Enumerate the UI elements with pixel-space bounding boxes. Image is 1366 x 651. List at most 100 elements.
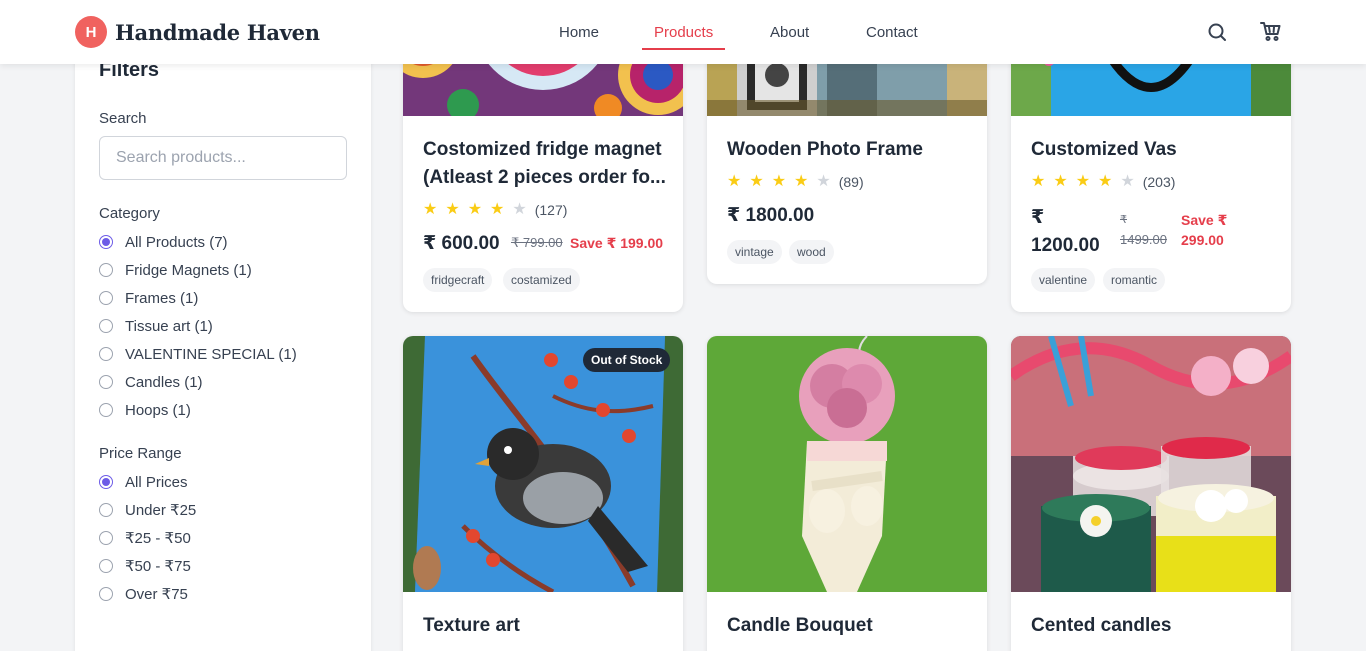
product-tag[interactable]: costamized bbox=[503, 268, 580, 292]
star-icon: ★ bbox=[816, 173, 831, 190]
category-option-fridge-magnets[interactable]: Fridge Magnets (1) bbox=[99, 260, 252, 280]
original-price: ₹ 799.00 bbox=[511, 235, 563, 250]
logo-badge: H bbox=[75, 16, 107, 48]
price-option-under-25[interactable]: Under ₹25 bbox=[99, 500, 196, 520]
nav-products[interactable]: Products bbox=[641, 0, 726, 64]
product-card[interactable]: Wooden Photo Frame ★ ★ ★ ★ ★ (89) ₹ 1800… bbox=[707, 30, 987, 284]
star-icon: ★ bbox=[1075, 173, 1091, 190]
brand-name: Handmade Haven bbox=[115, 19, 320, 45]
nav-about[interactable]: About bbox=[770, 0, 809, 64]
savings-text: Save ₹ 199.00 bbox=[570, 235, 664, 251]
category-option-label: All Products (7) bbox=[125, 233, 228, 251]
out-of-stock-badge: Out of Stock bbox=[583, 348, 671, 372]
product-card[interactable]: Cented candles bbox=[1011, 336, 1291, 651]
price-option-label: All Prices bbox=[125, 473, 188, 491]
price-amount: 1200.00 bbox=[1031, 235, 1100, 256]
star-icon: ★ bbox=[423, 201, 438, 218]
price-option-25-50[interactable]: ₹25 - ₹50 bbox=[99, 528, 191, 548]
category-option-all[interactable]: All Products (7) bbox=[99, 232, 228, 252]
radio-button[interactable] bbox=[99, 263, 113, 277]
product-price: ₹ 600.00 bbox=[423, 233, 500, 254]
product-tag[interactable]: fridgecraft bbox=[423, 268, 493, 292]
radio-button[interactable] bbox=[99, 587, 113, 601]
product-tag[interactable]: romantic bbox=[1103, 268, 1166, 292]
product-image[interactable] bbox=[707, 336, 987, 592]
product-tag[interactable]: valentine bbox=[1031, 268, 1096, 292]
nav-contact[interactable]: Contact bbox=[866, 0, 918, 64]
review-count: (127) bbox=[534, 202, 568, 218]
category-option-label: Tissue art (1) bbox=[125, 317, 213, 335]
product-card[interactable]: Out of Stock Texture art bbox=[403, 336, 683, 651]
category-option-valentine[interactable]: VALENTINE SPECIAL (1) bbox=[99, 344, 297, 364]
product-title[interactable]: Costomized fridge magnet (Atleast 2 piec… bbox=[423, 136, 667, 192]
star-icon: ★ bbox=[727, 173, 742, 190]
product-price: ₹ 1200.00 bbox=[1031, 204, 1100, 260]
product-card[interactable]: Customized Vas ★ ★ ★ ★ ★ (203) ₹ 1200.00… bbox=[1011, 30, 1291, 312]
price-currency: ₹ bbox=[1031, 207, 1045, 228]
price-option-label: Over ₹75 bbox=[125, 586, 188, 603]
product-card[interactable]: Candle Bouquet bbox=[707, 336, 987, 651]
search-label: Search bbox=[99, 110, 147, 127]
star-icon: ★ bbox=[749, 173, 764, 190]
star-icon: ★ bbox=[512, 201, 527, 218]
product-title[interactable]: Wooden Photo Frame bbox=[727, 136, 971, 164]
search-icon[interactable] bbox=[1205, 20, 1229, 44]
category-option-label: Hoops (1) bbox=[125, 401, 191, 419]
rating-stars: ★ ★ ★ ★ ★ (203) bbox=[1031, 172, 1175, 192]
star-icon: ★ bbox=[794, 173, 809, 190]
product-title[interactable]: Customized Vas bbox=[1031, 136, 1275, 164]
price-option-all[interactable]: All Prices bbox=[99, 472, 188, 492]
price-range-label: Price Range bbox=[99, 445, 182, 462]
cart-icon[interactable] bbox=[1259, 19, 1283, 43]
product-price: ₹ 1800.00 bbox=[727, 205, 815, 226]
star-icon: ★ bbox=[1031, 173, 1046, 190]
product-tag[interactable]: vintage bbox=[727, 240, 782, 264]
product-card[interactable]: Costomized fridge magnet (Atleast 2 piec… bbox=[403, 30, 683, 312]
price-option-over-75[interactable]: Over ₹75 bbox=[99, 584, 188, 604]
radio-button[interactable] bbox=[99, 291, 113, 305]
category-option-label: Frames (1) bbox=[125, 289, 199, 307]
savings-amount: 299.00 bbox=[1181, 232, 1224, 248]
product-title[interactable]: Candle Bouquet bbox=[727, 612, 971, 640]
radio-button[interactable] bbox=[99, 531, 113, 545]
nav-home[interactable]: Home bbox=[559, 0, 599, 64]
radio-button[interactable] bbox=[99, 403, 113, 417]
category-option-label: VALENTINE SPECIAL (1) bbox=[125, 345, 297, 363]
radio-button[interactable] bbox=[99, 559, 113, 573]
product-image[interactable] bbox=[1011, 336, 1291, 592]
savings-label: Save ₹ bbox=[1181, 212, 1228, 228]
product-tag[interactable]: wood bbox=[789, 240, 834, 264]
savings-text: Save ₹ 299.00 bbox=[1181, 210, 1227, 250]
product-title[interactable]: Cented candles bbox=[1031, 612, 1275, 640]
category-option-tissue-art[interactable]: Tissue art (1) bbox=[99, 316, 213, 336]
category-option-hoops[interactable]: Hoops (1) bbox=[99, 400, 191, 420]
product-image[interactable] bbox=[403, 336, 683, 592]
radio-button[interactable] bbox=[99, 503, 113, 517]
price-option-label: Under ₹25 bbox=[125, 502, 197, 519]
original-price-currency: ₹ bbox=[1120, 214, 1127, 226]
price-option-label: ₹50 - ₹75 bbox=[125, 558, 191, 575]
category-option-frames[interactable]: Frames (1) bbox=[99, 288, 198, 308]
site-header: H Handmade Haven Home Products About Con… bbox=[0, 0, 1366, 64]
category-label: Category bbox=[99, 205, 160, 222]
category-option-label: Fridge Magnets (1) bbox=[125, 261, 252, 279]
radio-button[interactable] bbox=[99, 375, 113, 389]
search-input[interactable] bbox=[99, 136, 347, 180]
category-option-label: Candles (1) bbox=[125, 373, 203, 391]
radio-button[interactable] bbox=[99, 235, 113, 249]
logo[interactable]: H Handmade Haven bbox=[75, 16, 320, 48]
price-option-label: ₹25 - ₹50 bbox=[125, 530, 191, 547]
original-price: ₹ 1499.00 bbox=[1120, 210, 1167, 250]
radio-button[interactable] bbox=[99, 475, 113, 489]
category-option-candles[interactable]: Candles (1) bbox=[99, 372, 203, 392]
review-count: (89) bbox=[838, 174, 864, 190]
radio-button[interactable] bbox=[99, 347, 113, 361]
radio-button[interactable] bbox=[99, 319, 113, 333]
review-count: (203) bbox=[1142, 174, 1176, 190]
rating-stars: ★ ★ ★ ★ ★ (89) bbox=[727, 172, 864, 192]
product-title[interactable]: Texture art bbox=[423, 612, 667, 640]
rating-stars: ★ ★ ★ ★ ★ (127) bbox=[423, 200, 567, 220]
price-option-50-75[interactable]: ₹50 - ₹75 bbox=[99, 556, 191, 576]
star-icon: ★ bbox=[1098, 173, 1113, 190]
star-icon: ★ bbox=[1053, 173, 1068, 190]
